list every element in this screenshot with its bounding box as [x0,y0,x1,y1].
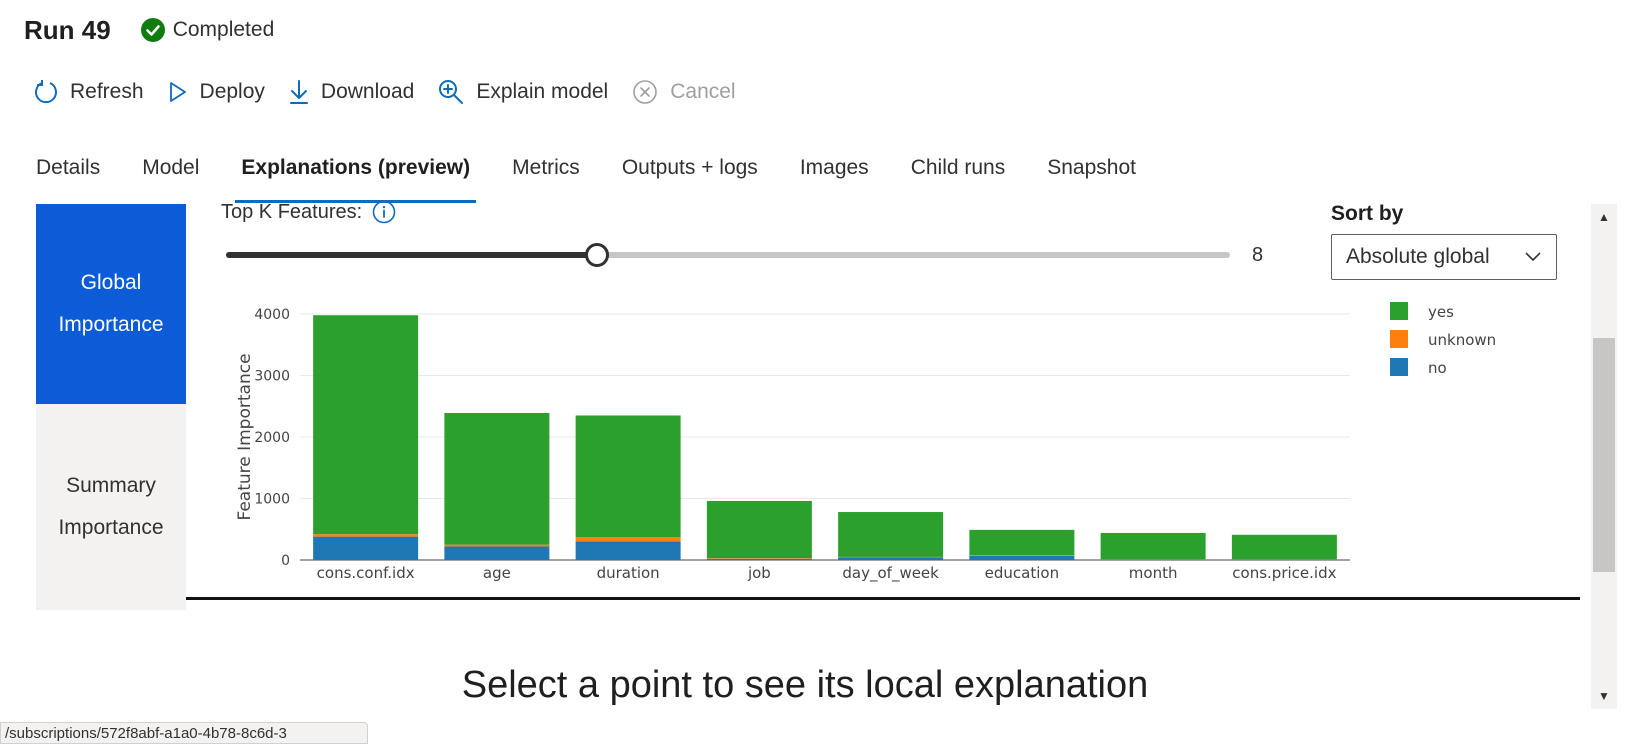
bar-segment-yes[interactable] [576,415,681,537]
y-tick-label: 1000 [254,492,290,508]
refresh-button[interactable]: Refresh [34,79,144,105]
toolbar: Refresh Deploy Download Explain model Ca… [34,74,760,110]
local-explanation-message: Select a point to see its local explanat… [0,664,1610,707]
bar-segment-no[interactable] [707,559,812,560]
y-tick-label: 4000 [254,307,290,323]
scroll-up-arrow[interactable]: ▲ [1591,206,1617,228]
y-tick-label: 2000 [254,430,290,446]
bar-segment-yes[interactable] [707,501,812,558]
slider-thumb[interactable] [585,243,609,267]
bar-segment-yes[interactable] [969,530,1074,555]
feature-importance-chart[interactable]: 4000 3000 2000 1000 0 Feature Importance cons.… [220,296,1580,586]
run-header: Run 49 Completed [24,12,274,48]
top-k-value: 8 [1252,244,1263,267]
y-axis-label: Feature Importance [235,353,255,520]
bar-segment-unknown[interactable] [707,558,812,559]
x-tick-label: month [1129,564,1178,582]
bar-segment-unknown[interactable] [444,545,549,547]
bar-segment-no[interactable] [969,556,1074,560]
download-button[interactable]: Download [289,79,414,105]
download-label: Download [321,80,414,104]
global-importance-label: Global Importance [56,262,166,346]
refresh-label: Refresh [70,80,144,104]
status-bar-url: /subscriptions/572f8abf-a1a0-4b78-8c6d-3 [0,722,368,744]
sort-by-dropdown[interactable]: Absolute global [1331,234,1557,280]
status-label: Completed [173,18,275,42]
x-tick-label: cons.price.idx [1232,564,1336,582]
bar-segment-unknown[interactable] [969,555,1074,556]
global-importance-tab[interactable]: Global Importance [36,204,186,404]
bar-segment-unknown[interactable] [313,534,418,536]
bar-segment-yes[interactable] [1232,535,1337,559]
cancel-label: Cancel [670,80,735,104]
x-tick-label: age [483,564,511,582]
tab-metrics[interactable]: Metrics [512,150,580,204]
tab-snapshot[interactable]: Snapshot [1047,150,1136,204]
tab-images[interactable]: Images [800,150,869,204]
x-tick-label: job [747,564,771,582]
bar-segment-no[interactable] [444,546,549,560]
refresh-icon [34,79,58,105]
y-tick-label: 0 [281,553,290,569]
x-tick-label: education [985,564,1059,582]
tab-model[interactable]: Model [142,150,199,204]
top-k-features: Top K Features: [221,200,396,224]
tab-outputs-logs[interactable]: Outputs + logs [622,150,758,204]
download-icon [289,79,309,105]
explain-model-label: Explain model [476,80,608,104]
bar-segment-yes[interactable] [1101,533,1206,559]
bar-segment-yes[interactable] [444,413,549,545]
play-icon [168,81,188,103]
deploy-button[interactable]: Deploy [168,80,265,104]
bar-segment-no[interactable] [576,542,681,560]
top-k-slider[interactable] [226,243,1230,267]
tab-bar: Details Model Explanations (preview) Met… [30,150,1142,204]
bar-segment-unknown[interactable] [576,537,681,541]
legend-label-unknown: unknown [1428,331,1496,349]
legend-swatch-yes[interactable] [1390,302,1408,320]
bar-segment-no[interactable] [1101,559,1206,560]
x-tick-label: duration [597,564,660,582]
bar-segment-no[interactable] [838,558,943,560]
bar-segment-no[interactable] [313,537,418,560]
legend-swatch-no[interactable] [1390,358,1408,376]
scroll-thumb[interactable] [1593,338,1615,572]
summary-importance-label: Summary Importance [56,465,166,549]
tab-explanations[interactable]: Explanations (preview) [241,150,470,204]
legend-swatch-unknown[interactable] [1390,330,1408,348]
sort-by-value: Absolute global [1346,245,1490,269]
check-circle-icon [141,18,165,42]
tab-details[interactable]: Details [36,150,100,204]
summary-importance-tab[interactable]: Summary Importance [36,404,186,610]
y-tick-label: 3000 [254,369,290,385]
run-title: Run 49 [24,15,111,46]
cancel-icon [632,79,658,105]
explain-model-button[interactable]: Explain model [438,79,608,105]
tab-child-runs[interactable]: Child runs [911,150,1006,204]
zoom-in-icon [438,79,464,105]
top-k-label: Top K Features: [221,201,362,224]
bar-segment-unknown[interactable] [838,557,943,558]
run-status: Completed [141,18,275,42]
slider-fill [226,252,597,258]
vertical-scrollbar[interactable]: ▲ ▼ [1591,204,1617,709]
info-icon[interactable] [372,200,396,224]
legend-label-no: no [1428,359,1447,377]
chart-divider [186,597,1580,600]
cancel-button[interactable]: Cancel [632,79,735,105]
deploy-label: Deploy [200,80,265,104]
legend-label-yes: yes [1428,303,1454,321]
sort-by-label: Sort by [1331,202,1403,226]
bar-segment-no[interactable] [1232,559,1337,560]
bar-segment-yes[interactable] [313,315,418,534]
bar-segment-yes[interactable] [838,512,943,557]
chevron-down-icon [1524,251,1542,263]
x-tick-label: day_of_week [842,564,939,583]
x-tick-label: cons.conf.idx [317,564,415,582]
